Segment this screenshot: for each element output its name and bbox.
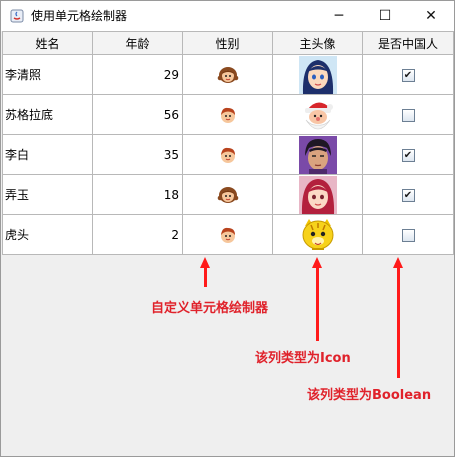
cell-age[interactable]: 29 — [92, 54, 183, 95]
cell-avatar[interactable] — [272, 134, 363, 175]
close-button[interactable]: ✕ — [408, 1, 454, 31]
cell-age[interactable]: 18 — [92, 174, 183, 215]
people-table[interactable]: 姓名 年龄 性别 主头像 是否中国人 李清照 29 ✔ 苏格拉底 56 李白 35 ✔ 弄玉 18… — [2, 31, 454, 255]
cell-avatar[interactable] — [272, 214, 363, 255]
cell-avatar[interactable] — [272, 54, 363, 95]
column-header-gender[interactable]: 性别 — [182, 31, 273, 55]
column-header-chinese[interactable]: 是否中国人 — [362, 31, 454, 55]
java-app-icon — [10, 9, 24, 23]
man-avatar-icon — [298, 135, 337, 174]
chinese-checkbox[interactable] — [401, 228, 415, 242]
column-header-avatar[interactable]: 主头像 — [272, 31, 363, 55]
column-header-age[interactable]: 年龄 — [92, 31, 183, 55]
table-row[interactable]: 弄玉 18 ✔ — [2, 174, 454, 215]
column-header-name[interactable]: 姓名 — [2, 31, 93, 55]
cell-name[interactable]: 弄玉 — [2, 174, 93, 215]
tiger-avatar-icon — [298, 215, 337, 254]
cell-name[interactable]: 虎头 — [2, 214, 93, 255]
table-row[interactable]: 苏格拉底 56 — [2, 94, 454, 135]
boy-face-icon — [217, 227, 239, 243]
cell-gender[interactable] — [182, 94, 273, 135]
icon-type-annotation: 该列类型为Icon — [255, 351, 351, 366]
cell-gender[interactable] — [182, 214, 273, 255]
window-title: 使用单元格绘制器 — [31, 9, 128, 23]
boy-face-icon — [217, 147, 239, 163]
table-row[interactable]: 虎头 2 — [2, 214, 454, 255]
title-bar[interactable]: 使用单元格绘制器 ─ ☐ ✕ — [1, 1, 454, 31]
cell-chinese[interactable]: ✔ — [362, 134, 454, 175]
table-row[interactable]: 李清照 29 ✔ — [2, 54, 454, 95]
blue-hair-girl-avatar-icon — [298, 55, 337, 94]
cell-chinese[interactable] — [362, 94, 454, 135]
minimize-button[interactable]: ─ — [316, 1, 362, 31]
girl-face-icon — [217, 186, 239, 203]
cell-age[interactable]: 56 — [92, 94, 183, 135]
santa-avatar-icon — [298, 95, 337, 134]
cell-avatar[interactable] — [272, 174, 363, 215]
table-row[interactable]: 李白 35 ✔ — [2, 134, 454, 175]
red-hair-girl-avatar-icon — [298, 175, 337, 214]
chinese-checkbox[interactable] — [401, 108, 415, 122]
cell-gender[interactable] — [182, 174, 273, 215]
girl-face-icon — [217, 66, 239, 83]
boy-face-icon — [217, 107, 239, 123]
cell-name[interactable]: 李白 — [2, 134, 93, 175]
app-window: 使用单元格绘制器 ─ ☐ ✕ 姓名 年龄 性别 主头像 是否中国人 李清照 29 ✔… — [0, 0, 455, 457]
arrow-boolean — [397, 267, 400, 378]
cell-age[interactable]: 2 — [92, 214, 183, 255]
maximize-button[interactable]: ☐ — [362, 1, 408, 31]
cell-age[interactable]: 35 — [92, 134, 183, 175]
table-header: 姓名 年龄 性别 主头像 是否中国人 — [2, 31, 454, 55]
cell-gender[interactable] — [182, 134, 273, 175]
cell-name[interactable]: 苏格拉底 — [2, 94, 93, 135]
chinese-checkbox[interactable]: ✔ — [401, 68, 415, 82]
cell-chinese[interactable]: ✔ — [362, 54, 454, 95]
cell-gender[interactable] — [182, 54, 273, 95]
cell-chinese[interactable]: ✔ — [362, 174, 454, 215]
cell-chinese[interactable] — [362, 214, 454, 255]
chinese-checkbox[interactable]: ✔ — [401, 148, 415, 162]
arrow-renderer — [204, 267, 207, 287]
boolean-type-annotation: 该列类型为Boolean — [307, 388, 432, 403]
chinese-checkbox[interactable]: ✔ — [401, 188, 415, 202]
cell-name[interactable]: 李清照 — [2, 54, 93, 95]
arrow-icon — [316, 267, 319, 341]
cell-avatar[interactable] — [272, 94, 363, 135]
renderer-annotation: 自定义单元格绘制器 — [151, 301, 269, 316]
